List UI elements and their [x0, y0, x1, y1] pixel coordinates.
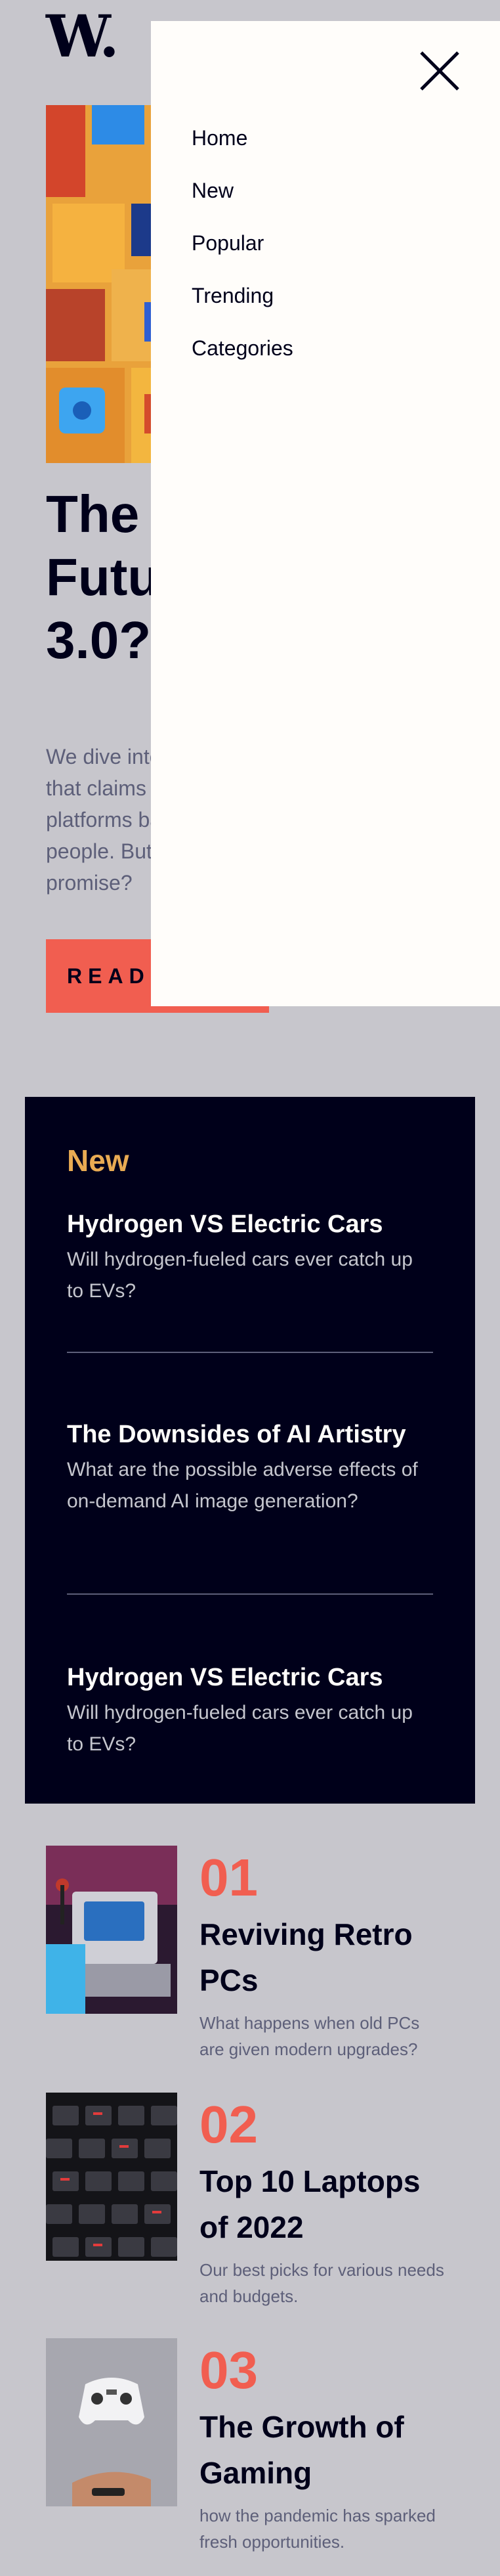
rank-number: 02: [199, 2095, 258, 2154]
news-item: Hydrogen VS Electric Cars Will hydrogen-…: [67, 1209, 433, 1307]
rank-title[interactable]: Reviving Retro PCs: [199, 1911, 449, 2003]
news-item-desc: Will hydrogen-fueled cars ever catch up …: [67, 1702, 413, 1755]
news-item: Hydrogen VS Electric Cars Will hydrogen-…: [67, 1662, 433, 1760]
site-logo[interactable]: W.: [46, 7, 119, 66]
rank-description: how the pandemic has sparked fresh oppor…: [199, 2506, 436, 2552]
ranked-article: 03 The Growth of Gaming how the pandemic…: [46, 2338, 453, 2552]
news-item-title[interactable]: Hydrogen VS Electric Cars: [67, 1209, 433, 1240]
divider: [67, 1593, 433, 1595]
rank-number: 03: [199, 2341, 258, 2399]
news-item-title[interactable]: The Downsides of AI Artistry: [67, 1419, 433, 1450]
news-item-title[interactable]: Hydrogen VS Electric Cars: [67, 1662, 433, 1693]
ranked-article: 02 Top 10 Laptops of 2022 Our best picks…: [46, 2093, 453, 2306]
menu-item-trending[interactable]: Trending: [192, 282, 293, 335]
rank-description: What happens when old PCs are given mode…: [199, 2013, 420, 2059]
news-item-desc: Will hydrogen-fueled cars ever catch up …: [67, 1249, 413, 1302]
ranked-article: 01 Reviving Retro PCs What happens when …: [46, 1846, 453, 2059]
new-articles-box: New Hydrogen VS Electric Cars Will hydro…: [25, 1097, 475, 1804]
menu-item-new[interactable]: New: [192, 177, 293, 230]
rank-title[interactable]: The Growth of Gaming: [199, 2404, 449, 2496]
game-controller-thumbnail[interactable]: [46, 2338, 177, 2506]
laptop-keyboard-thumbnail[interactable]: [46, 2093, 177, 2261]
menu-item-categories[interactable]: Categories: [192, 335, 293, 388]
divider: [67, 1352, 433, 1353]
menu-item-home[interactable]: Home: [192, 125, 293, 177]
news-item-desc: What are the possible adverse effects of…: [67, 1459, 418, 1512]
menu-item-popular[interactable]: Popular: [192, 230, 293, 282]
retro-pc-thumbnail[interactable]: [46, 1846, 177, 2014]
mobile-menu-panel: Home New Popular Trending Categories: [151, 21, 500, 1006]
news-item: The Downsides of AI Artistry What are th…: [67, 1419, 433, 1517]
rank-description: Our best picks for various needs and bud…: [199, 2260, 444, 2306]
close-icon[interactable]: [419, 50, 461, 92]
rank-number: 01: [199, 1848, 258, 1907]
menu-list: Home New Popular Trending Categories: [192, 125, 293, 388]
new-heading: New: [67, 1144, 129, 1178]
rank-title[interactable]: Top 10 Laptops of 2022: [199, 2158, 449, 2250]
